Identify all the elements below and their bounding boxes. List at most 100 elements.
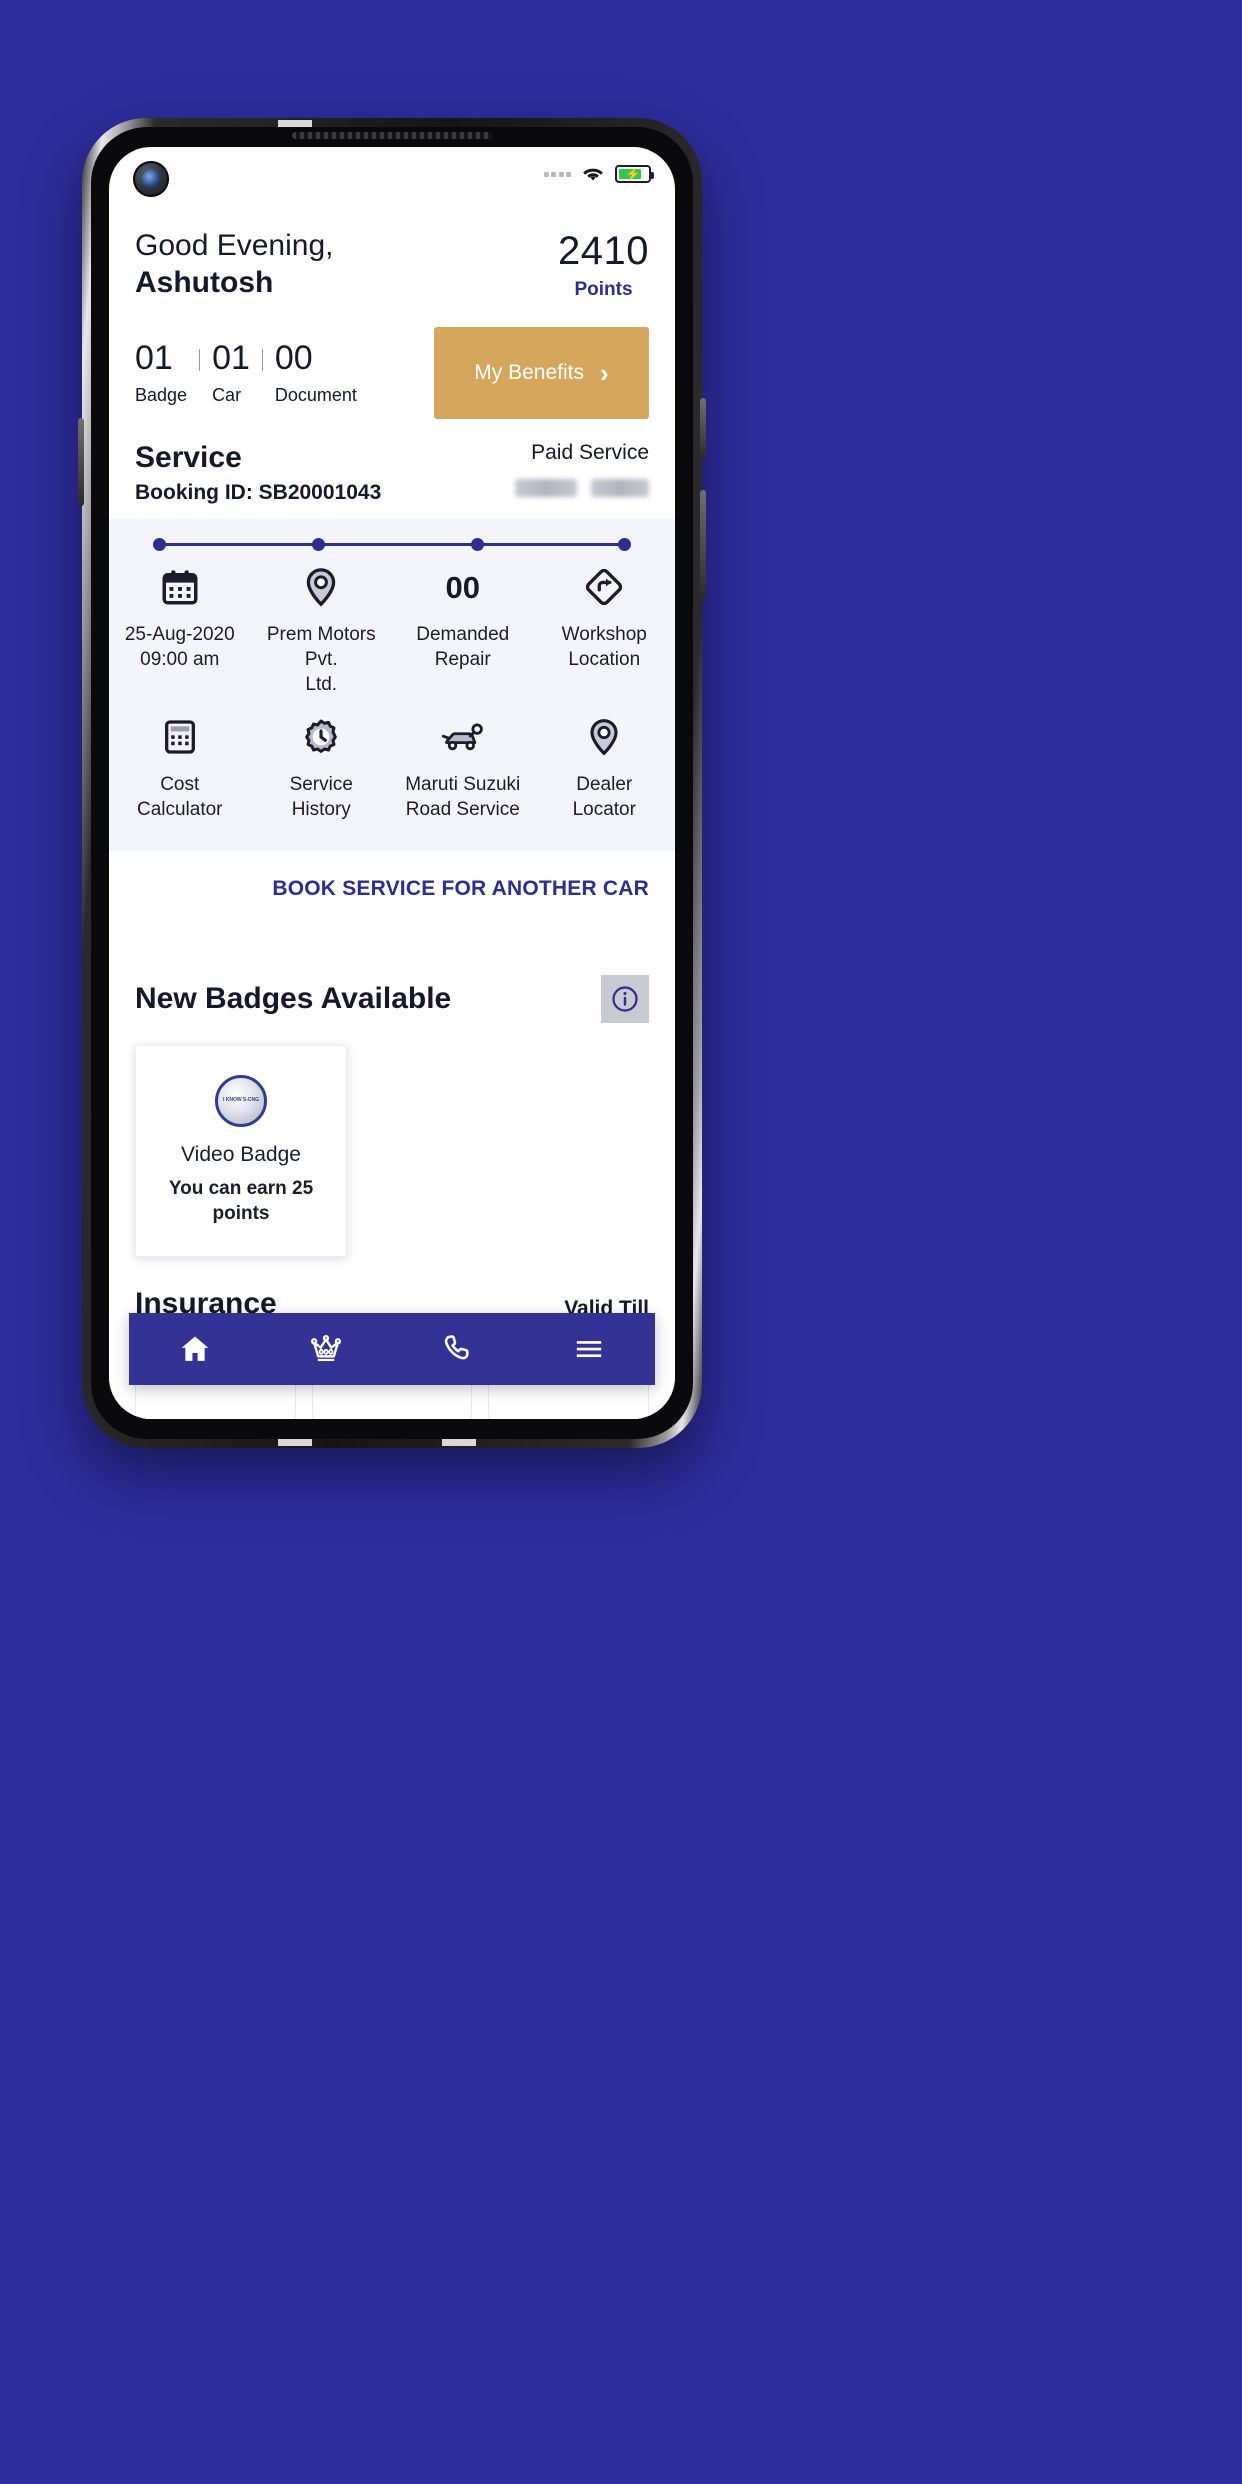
action-cost-calculator-line2: Calculator	[136, 799, 223, 821]
my-benefits-label: My Benefits	[474, 361, 585, 385]
status-bar: ⚡	[109, 147, 675, 201]
my-benefits-button[interactable]: My Benefits ›	[434, 327, 649, 420]
chevron-right-icon: ›	[600, 357, 609, 388]
timeline-step-workshop[interactable]: Workshop Location	[534, 553, 676, 697]
timeline-progress	[153, 537, 631, 553]
workshop-direction-icon	[540, 563, 670, 611]
action-road-service-line2: Road Service	[405, 799, 520, 821]
location-pin-icon	[257, 563, 387, 611]
phone-bezel: ⚡ Good Evening, Ashutosh 2410 Points 01 …	[91, 127, 693, 1439]
timeline-step-date-line2: 09:00 am	[140, 649, 220, 671]
phone-screen: ⚡ Good Evening, Ashutosh 2410 Points 01 …	[109, 147, 675, 1419]
wifi-icon	[582, 166, 604, 182]
action-cost-calculator[interactable]: Cost Calculator	[109, 713, 251, 822]
service-title: Service	[135, 441, 242, 475]
greeting-row: Good Evening, Ashutosh 2410 Points	[109, 201, 675, 301]
timeline-dot	[618, 538, 631, 552]
antenna-band-bottom-left	[278, 1438, 312, 1446]
timeline-step-repairs[interactable]: 00 Demanded Repair	[392, 553, 534, 697]
calculator-icon	[109, 713, 251, 761]
timeline-steps: 25-Aug-2020 09:00 am Prem Motors Pvt. Lt…	[109, 553, 675, 697]
timeline-step-dealer-line1: Prem Motors Pvt.	[266, 624, 376, 671]
action-dealer-locator[interactable]: Dealer Locator	[534, 713, 676, 822]
user-name: Ashutosh	[135, 266, 274, 300]
stat-badge[interactable]: 01 Badge	[135, 341, 187, 406]
bottom-navigation-bar	[129, 1313, 655, 1385]
home-icon	[178, 1332, 212, 1366]
action-service-history-line2: History	[291, 799, 351, 821]
stat-car-value: 01	[212, 338, 250, 377]
signal-dots-icon	[543, 171, 571, 177]
service-booking-id: Booking ID: SB20001043	[135, 481, 382, 505]
gear-clock-icon	[251, 713, 393, 761]
demanded-repair-count: 00	[445, 569, 480, 605]
stat-document-value: 00	[274, 338, 313, 377]
timeline-step-repairs-line1: Demanded	[416, 624, 510, 646]
stat-divider	[261, 348, 263, 371]
info-icon	[610, 984, 640, 1014]
timeline-step-workshop-line2: Location	[568, 649, 641, 671]
badge-card[interactable]: I KNOW S-CNG Video Badge You can earn 25…	[135, 1044, 347, 1257]
stats-row: 01 Badge 01 Car 00 Document My Benefits …	[109, 301, 675, 420]
timeline-dot	[312, 538, 326, 552]
phone-icon	[441, 1332, 475, 1366]
timeline-step-workshop-line1: Workshop	[561, 624, 647, 646]
volume-button[interactable]	[78, 418, 84, 506]
nav-item-call[interactable]	[392, 1332, 524, 1366]
calendar-icon	[115, 563, 245, 611]
masked-value	[591, 479, 649, 498]
masked-value	[515, 479, 577, 498]
nav-item-rewards[interactable]	[261, 1332, 393, 1366]
stat-document-label: Document	[274, 384, 357, 405]
stat-car-label: Car	[212, 384, 242, 405]
insurance-header: Insurance Valid Till	[109, 1257, 675, 1321]
timeline-step-date-line1: 25-Aug-2020	[124, 624, 235, 646]
timeline-step-dealer[interactable]: Prem Motors Pvt. Ltd.	[251, 553, 393, 697]
paid-service-label: Paid Service	[531, 441, 649, 465]
timeline-step-date[interactable]: 25-Aug-2020 09:00 am	[109, 553, 251, 697]
antenna-band-bottom-middle	[442, 1438, 476, 1446]
greeting-text: Good Evening,	[135, 229, 334, 262]
stats-group: 01 Badge 01 Car 00 Document	[135, 341, 357, 406]
action-service-history[interactable]: Service History	[251, 713, 393, 822]
greeting-block: Good Evening, Ashutosh	[135, 227, 333, 301]
nav-item-home[interactable]	[129, 1332, 261, 1366]
action-road-service-line1: Maruti Suzuki	[405, 774, 521, 796]
badge-medal-text: I KNOW S-CNG	[222, 1097, 260, 1104]
points-block[interactable]: 2410 Points	[558, 227, 649, 301]
side-button-secondary[interactable]	[700, 490, 706, 600]
power-button[interactable]	[700, 398, 706, 460]
service-title-block: Service Booking ID: SB20001043	[135, 441, 381, 505]
timeline-step-repairs-line2: Repair	[434, 649, 491, 671]
stat-badge-value: 01	[135, 338, 173, 377]
timeline-dot	[153, 538, 166, 552]
front-camera-punchhole	[133, 161, 169, 197]
stat-car[interactable]: 01 Car	[212, 341, 250, 406]
badges-info-button[interactable]	[601, 974, 649, 1023]
nav-item-menu[interactable]	[524, 1332, 656, 1366]
points-value: 2410	[558, 229, 649, 273]
dealer-pin-icon	[534, 713, 676, 761]
points-label: Points	[574, 279, 633, 300]
stat-document[interactable]: 00 Document	[275, 341, 357, 406]
app-content: Good Evening, Ashutosh 2410 Points 01 Ba…	[109, 201, 675, 1419]
crown-icon	[309, 1332, 343, 1366]
stat-divider	[199, 348, 201, 371]
book-service-another-car-link[interactable]: BOOK SERVICE FOR ANOTHER CAR	[109, 851, 675, 901]
paid-service-block: Paid Service	[515, 441, 649, 498]
action-service-history-line1: Service	[289, 774, 353, 796]
action-road-service[interactable]: Maruti Suzuki Road Service	[392, 713, 534, 822]
service-timeline-card: 25-Aug-2020 09:00 am Prem Motors Pvt. Lt…	[109, 519, 675, 851]
badges-header: New Badges Available	[109, 901, 675, 1023]
badge-card-subtitle: You can earn 25 points	[168, 1178, 314, 1224]
action-dealer-locator-line1: Dealer	[576, 774, 633, 796]
badge-medal-icon: I KNOW S-CNG	[215, 1075, 267, 1128]
action-cost-calculator-line1: Cost	[160, 774, 200, 796]
timeline-step-dealer-line2: Ltd.	[305, 673, 338, 695]
menu-icon	[572, 1332, 606, 1366]
stat-badge-label: Badge	[135, 384, 188, 405]
paid-service-masked-values	[515, 479, 649, 498]
phone-frame: ⚡ Good Evening, Ashutosh 2410 Points 01 …	[78, 118, 706, 1448]
repair-count-value: 00	[398, 563, 528, 611]
service-actions: Cost Calculator Service History Maruti S…	[109, 697, 675, 840]
